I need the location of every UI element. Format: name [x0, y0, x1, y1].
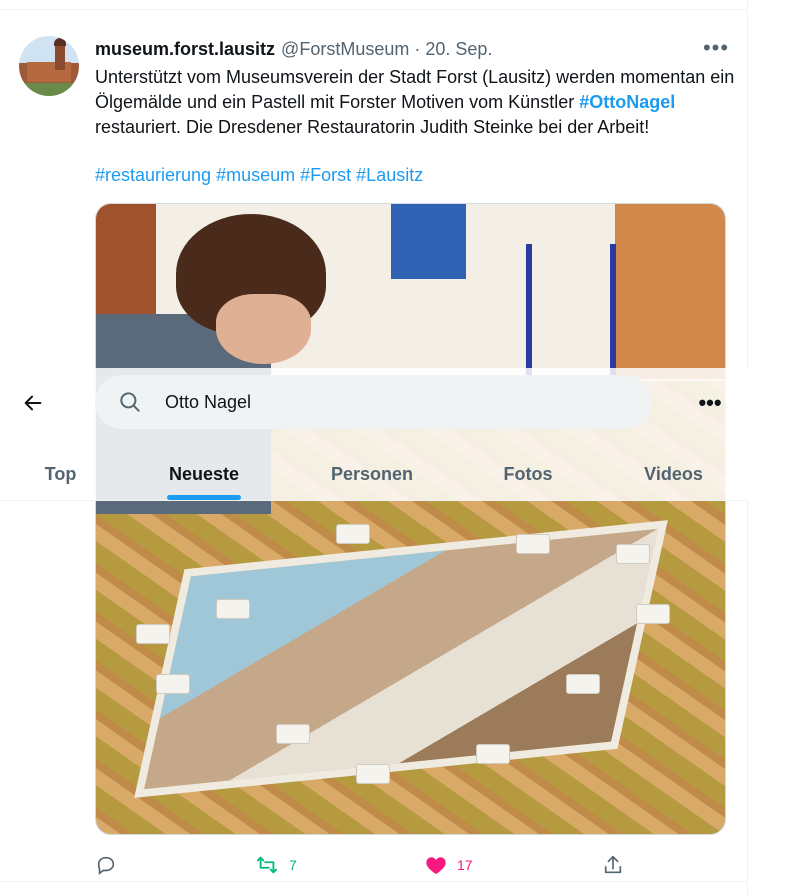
search-tabs: Top Neueste Personen Fotos Videos — [0, 448, 748, 501]
like-button[interactable]: 17 — [425, 848, 473, 882]
retweet-icon — [256, 856, 278, 874]
user-handle[interactable]: @ForstMuseum — [281, 39, 409, 60]
back-button[interactable] — [16, 386, 50, 420]
share-button[interactable] — [602, 848, 624, 882]
tweet-text-part: restauriert. Die Dresdener Restauratorin… — [95, 117, 650, 137]
tweet-actions: 7 17 — [0, 848, 748, 882]
tab-people[interactable]: Personen — [287, 448, 457, 501]
share-icon — [604, 855, 622, 874]
display-name[interactable]: museum.forst.lausitz — [95, 39, 275, 60]
tweet-text: Unterstützt vom Museumsverein der Stadt … — [95, 65, 735, 140]
tab-videos[interactable]: Videos — [599, 448, 748, 501]
search-icon — [120, 392, 140, 412]
search-input[interactable] — [165, 375, 625, 429]
like-count: 17 — [457, 857, 473, 873]
separator: · — [414, 38, 421, 59]
divider — [0, 881, 748, 882]
hashtag-link[interactable]: #OttoNagel — [579, 92, 675, 112]
hashtag-link[interactable]: #Forst — [300, 165, 351, 185]
more-horizontal-icon[interactable]: ••• — [693, 389, 727, 417]
tab-top[interactable]: Top — [0, 448, 121, 501]
hashtag-list: #restaurierung #museum #Forst #Lausitz — [95, 163, 423, 188]
tab-latest[interactable]: Neueste — [121, 448, 287, 501]
hashtag-link[interactable]: #restaurierung — [95, 165, 211, 185]
arrow-left-icon — [24, 395, 42, 411]
active-tab-indicator — [167, 495, 241, 500]
hashtag-link[interactable]: #museum — [216, 165, 295, 185]
retweet-button[interactable]: 7 — [255, 848, 297, 882]
avatar[interactable] — [19, 36, 79, 96]
tweet-date[interactable]: 20. Sep. — [425, 39, 492, 60]
tab-photos[interactable]: Fotos — [457, 448, 599, 501]
reply-button[interactable] — [95, 848, 117, 882]
retweet-count: 7 — [289, 857, 297, 873]
reply-icon — [97, 856, 115, 875]
search-header: ••• Top Neueste Personen Fotos Videos — [0, 368, 748, 501]
tweet-photo[interactable] — [95, 203, 726, 835]
tweet-header: museum.forst.lausitz @ForstMuseum · 20. … — [95, 38, 492, 60]
heart-icon — [426, 857, 446, 875]
hashtag-link[interactable]: #Lausitz — [356, 165, 423, 185]
search-box[interactable] — [95, 375, 652, 429]
more-horizontal-icon[interactable]: ••• — [703, 36, 728, 60]
